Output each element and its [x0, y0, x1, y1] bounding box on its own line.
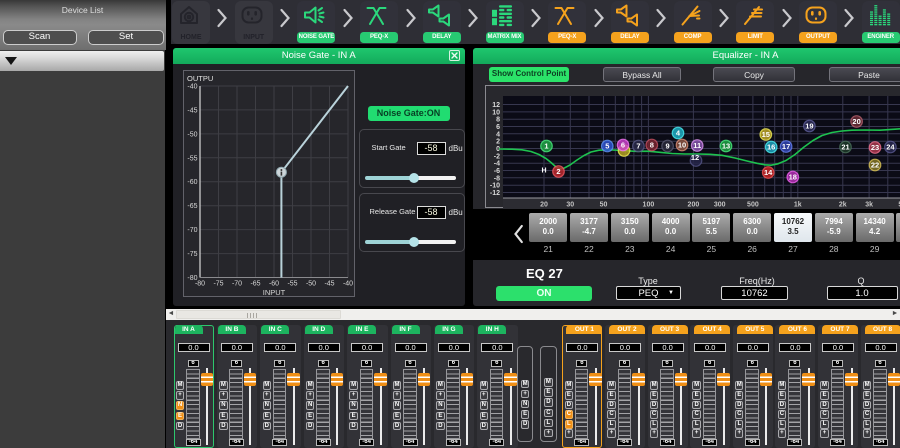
svg-text:17: 17	[782, 142, 790, 151]
svg-text:50: 50	[600, 202, 608, 209]
svg-text:-8: -8	[494, 175, 500, 182]
svg-text:2: 2	[496, 139, 500, 146]
svg-text:30: 30	[566, 202, 574, 209]
svg-text:500: 500	[747, 202, 759, 209]
svg-text:100: 100	[643, 202, 655, 209]
svg-text:-2: -2	[494, 153, 500, 160]
svg-text:23: 23	[871, 143, 879, 152]
svg-text:22: 22	[871, 161, 879, 170]
svg-text:-50: -50	[305, 281, 315, 288]
svg-text:-4: -4	[494, 161, 500, 168]
svg-text:INPUT: INPUT	[262, 288, 285, 296]
svg-text:6: 6	[496, 124, 500, 131]
svg-text:20: 20	[852, 117, 860, 126]
svg-text:6: 6	[621, 141, 625, 150]
svg-text:10: 10	[678, 141, 686, 150]
svg-text:200: 200	[688, 202, 700, 209]
svg-text:5: 5	[605, 142, 609, 151]
svg-text:OUTPU: OUTPU	[187, 74, 213, 83]
svg-text:4: 4	[496, 131, 500, 138]
svg-text:24: 24	[886, 143, 895, 152]
svg-text:-10: -10	[490, 183, 500, 190]
svg-text:16: 16	[767, 143, 775, 152]
svg-text:-12: -12	[490, 190, 500, 197]
svg-text:-70: -70	[231, 281, 241, 288]
svg-text:-75: -75	[213, 281, 223, 288]
svg-text:-50: -50	[187, 131, 197, 138]
svg-text:-6: -6	[494, 168, 500, 175]
svg-text:1k: 1k	[794, 202, 802, 209]
svg-text:-40: -40	[342, 281, 352, 288]
svg-text:2: 2	[556, 167, 560, 176]
svg-text:21: 21	[841, 143, 849, 152]
svg-text:19: 19	[805, 122, 813, 131]
svg-text:-75: -75	[187, 251, 197, 258]
svg-text:-55: -55	[287, 281, 297, 288]
svg-text:11: 11	[693, 141, 701, 150]
svg-text:18: 18	[789, 173, 797, 182]
svg-text:-60: -60	[268, 281, 278, 288]
svg-text:12: 12	[492, 102, 500, 109]
svg-text:-65: -65	[187, 203, 197, 210]
svg-text:-40: -40	[187, 84, 197, 91]
svg-text:8: 8	[496, 117, 500, 124]
svg-text:-60: -60	[187, 179, 197, 186]
svg-text:-55: -55	[187, 155, 197, 162]
svg-text:300: 300	[714, 202, 726, 209]
svg-text:-80: -80	[187, 275, 197, 282]
svg-text:12: 12	[691, 153, 699, 162]
svg-text:7: 7	[636, 142, 640, 151]
svg-text:15: 15	[762, 130, 770, 139]
svg-text:20: 20	[540, 202, 548, 209]
svg-text:-70: -70	[187, 227, 197, 234]
svg-text:8: 8	[650, 141, 654, 150]
svg-text:9: 9	[666, 142, 670, 151]
svg-text:1: 1	[544, 142, 548, 151]
svg-text:-45: -45	[187, 107, 197, 114]
svg-text:-45: -45	[324, 281, 334, 288]
svg-text:-65: -65	[250, 281, 260, 288]
svg-text:2k: 2k	[839, 202, 847, 209]
svg-text:H: H	[541, 167, 546, 174]
svg-text:14: 14	[764, 168, 773, 177]
svg-text:13: 13	[722, 142, 730, 151]
svg-text:3k: 3k	[865, 202, 873, 209]
svg-text:10: 10	[492, 109, 500, 116]
